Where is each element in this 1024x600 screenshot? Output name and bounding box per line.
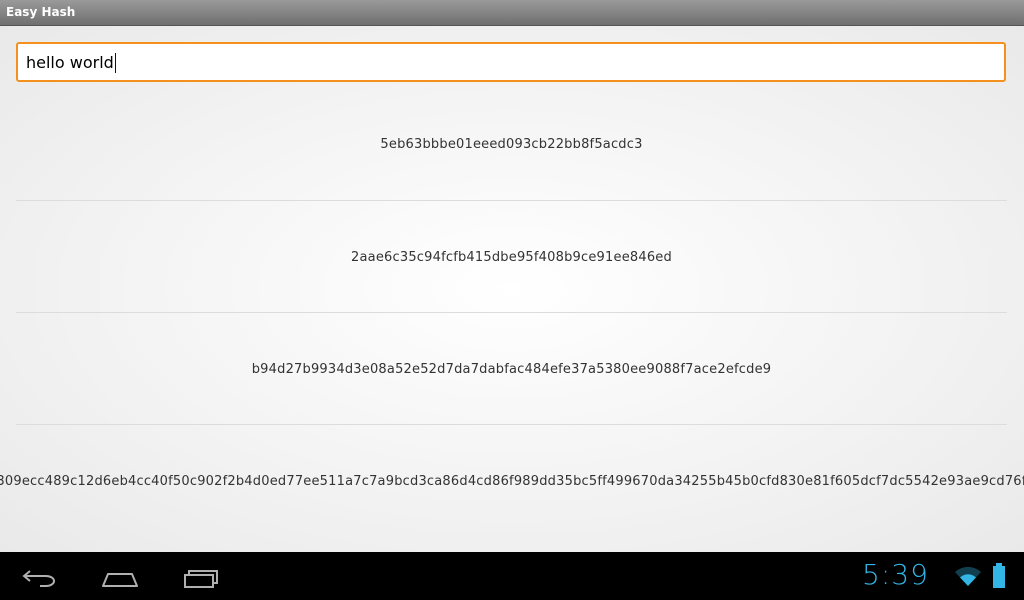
main-content: 5eb63bbbe01eeed093cb22bb8f5acdc3 2aae6c3… [0, 26, 1024, 552]
recent-apps-icon[interactable] [182, 562, 222, 590]
hash-value: 5eb63bbbe01eeed093cb22bb8f5acdc3 [380, 136, 643, 152]
hash-value: b94d27b9934d3e08a52e52d7da7dabfac484efe3… [251, 361, 772, 377]
system-navigation-bar: 5:39 [0, 552, 1024, 600]
hash-value: 2aae6c35c94fcfb415dbe95f408b9ce91ee846ed [351, 249, 672, 265]
hash-row-md5[interactable]: 5eb63bbbe01eeed093cb22bb8f5acdc3 [16, 88, 1007, 200]
text-cursor [115, 53, 116, 73]
status-clock: 5:39 [862, 558, 929, 591]
hash-row-sha512[interactable]: 309ecc489c12d6eb4cc40f50c902f2b4d0ed77ee… [0, 425, 1024, 537]
title-bar: Easy Hash [0, 0, 1024, 26]
wifi-icon [955, 566, 981, 586]
hash-row-sha256[interactable]: b94d27b9934d3e08a52e52d7da7dabfac484efe3… [16, 313, 1007, 425]
text-input[interactable] [18, 44, 1004, 80]
hash-value: 309ecc489c12d6eb4cc40f50c902f2b4d0ed77ee… [0, 473, 1024, 489]
hash-row-sha1[interactable]: 2aae6c35c94fcfb415dbe95f408b9ce91ee846ed [16, 201, 1007, 313]
home-icon[interactable] [100, 562, 140, 590]
text-input-container[interactable] [16, 42, 1006, 82]
battery-icon [993, 563, 1005, 588]
back-icon[interactable] [20, 562, 60, 590]
app-title: Easy Hash [6, 5, 76, 19]
